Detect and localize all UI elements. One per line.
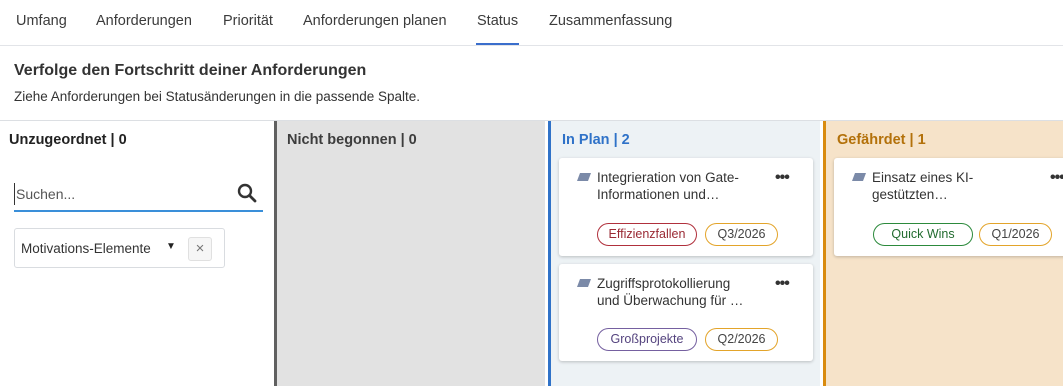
search-box: [14, 175, 263, 212]
tab-anforderungen[interactable]: Anforderungen: [96, 13, 192, 29]
motivation-tag: Großprojekte: [597, 328, 697, 351]
card-title: Zugriffsprotokollierung und Überwachung …: [597, 276, 744, 308]
column-in-plan[interactable]: In Plan | 2 Integrieration von Gate- Inf…: [548, 121, 820, 386]
page-title: Verfolge den Fortschritt deiner Anforder…: [14, 62, 367, 79]
motivation-tag: Quick Wins: [873, 223, 973, 246]
quarter-tag: Q1/2026: [979, 223, 1052, 246]
page-subtitle: Ziehe Anforderungen bei Statusänderungen…: [14, 89, 421, 104]
tab-anforderungen-planen[interactable]: Anforderungen planen: [303, 13, 447, 29]
tab-umfang[interactable]: Umfang: [16, 13, 67, 29]
search-icon[interactable]: [237, 183, 257, 203]
motivation-filter[interactable]: Motivations-Elemente ▼ ×: [14, 228, 225, 268]
column-in-plan-title: In Plan | 2: [562, 132, 630, 148]
quarter-tag: Q2/2026: [705, 328, 778, 351]
more-options-icon[interactable]: •••: [775, 170, 790, 186]
tab-status[interactable]: Status: [475, 13, 520, 45]
tab-prioritaet[interactable]: Priorität: [223, 13, 273, 29]
column-at-risk-title: Gefährdet | 1: [837, 132, 926, 148]
column-not-started[interactable]: Nicht begonnen | 0: [274, 121, 545, 386]
card-title: Einsatz eines KI- gestützten…: [872, 170, 974, 202]
tab-bar: Umfang Anforderungen Priorität Anforderu…: [0, 0, 1063, 46]
card-title: Integrieration von Gate- Informationen u…: [597, 170, 739, 202]
clear-filter-button[interactable]: ×: [188, 237, 212, 261]
filter-label: Motivations-Elemente: [21, 241, 151, 256]
search-input[interactable]: [14, 183, 224, 205]
column-at-risk[interactable]: Gefährdet | 1 Einsatz eines KI- gestützt…: [823, 121, 1063, 386]
caret-down-icon[interactable]: ▼: [166, 241, 176, 252]
column-not-started-title: Nicht begonnen | 0: [287, 132, 417, 148]
quarter-tag: Q3/2026: [705, 223, 778, 246]
requirement-card[interactable]: Einsatz eines KI- gestützten… ••• Quick …: [834, 158, 1063, 256]
requirement-card[interactable]: Zugriffsprotokollierung und Überwachung …: [559, 264, 813, 361]
requirement-icon: [852, 173, 866, 181]
more-options-icon[interactable]: •••: [775, 276, 790, 292]
requirement-icon: [577, 279, 591, 287]
tab-zusammenfassung[interactable]: Zusammenfassung: [549, 13, 672, 29]
more-options-icon[interactable]: •••: [1050, 170, 1063, 186]
requirement-icon: [577, 173, 591, 181]
column-unassigned[interactable]: Unzugeordnet | 0 Motivations-Elemente ▼ …: [0, 121, 273, 386]
column-unassigned-title: Unzugeordnet | 0: [9, 132, 127, 148]
requirement-card[interactable]: Integrieration von Gate- Informationen u…: [559, 158, 813, 256]
motivation-tag: Effizienzfallen: [597, 223, 697, 246]
kanban-board: Unzugeordnet | 0 Motivations-Elemente ▼ …: [0, 120, 1063, 386]
